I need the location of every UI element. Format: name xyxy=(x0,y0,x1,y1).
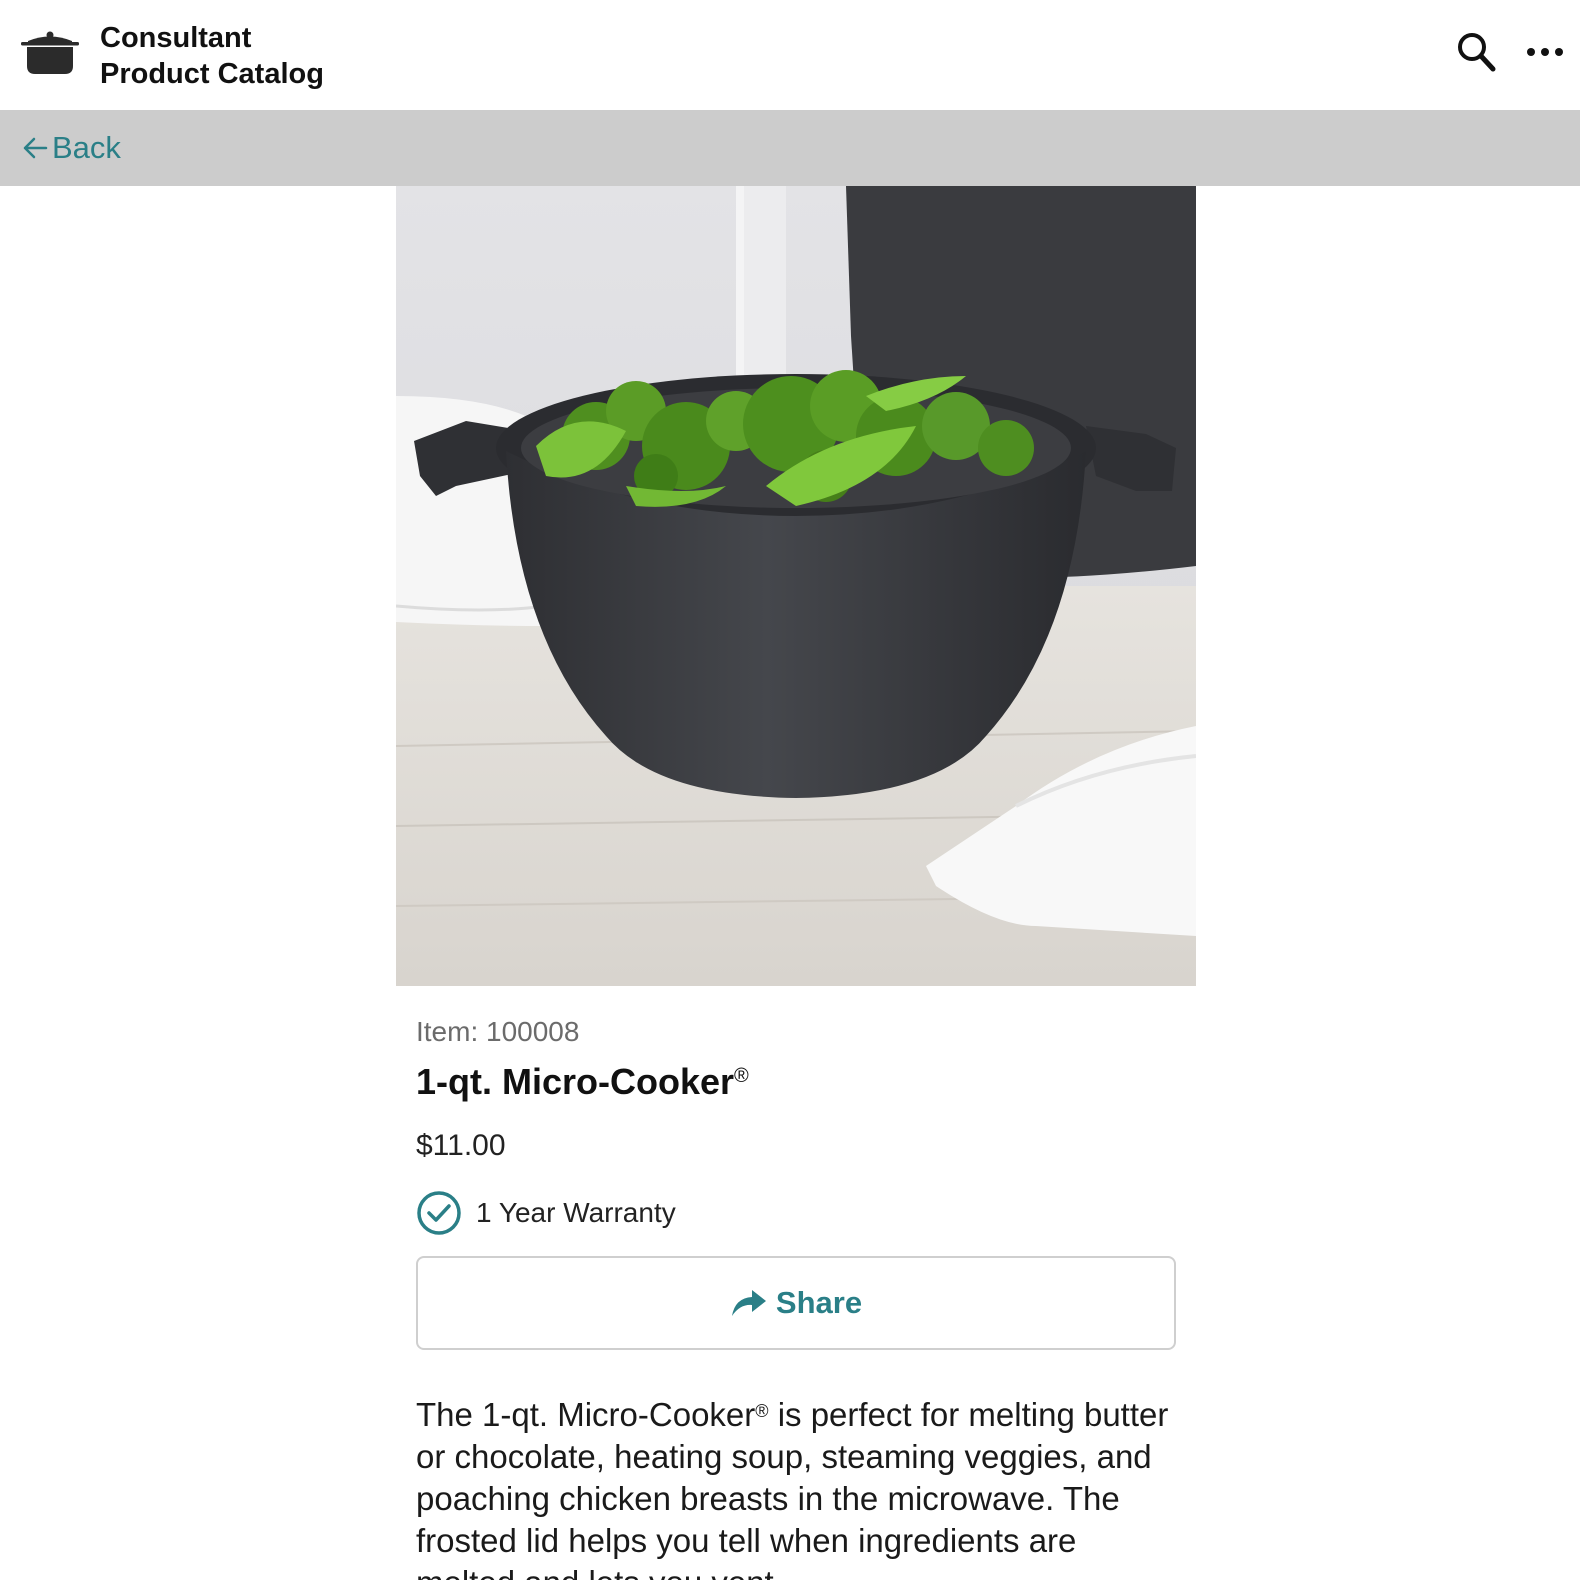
description-part1: The 1-qt. Micro-Cooker xyxy=(416,1396,756,1433)
back-button[interactable]: Back xyxy=(22,128,121,168)
product-details: Item: 100008 1-qt. Micro-Cooker® $11.00 … xyxy=(416,1008,1176,1238)
product-price: $11.00 xyxy=(416,1129,506,1162)
pot-icon xyxy=(20,30,80,76)
warranty-row: 1 Year Warranty xyxy=(416,1188,1176,1238)
description-registered-mark: ® xyxy=(755,1401,769,1421)
product-image xyxy=(396,186,1196,986)
share-label: Share xyxy=(775,1285,863,1320)
arrow-left-icon xyxy=(23,137,48,159)
app-title-line2: Product Catalog xyxy=(100,58,324,90)
back-label: Back xyxy=(52,130,121,165)
product-title-text: 1-qt. Micro-Cooker xyxy=(416,1061,735,1102)
share-arrow-icon xyxy=(731,1290,766,1316)
product-title: 1-qt. Micro-Cooker® xyxy=(416,1056,1176,1112)
back-bar: Back xyxy=(0,110,1580,186)
share-button[interactable]: Share xyxy=(416,1256,1176,1350)
app-header: Consultant Product Catalog xyxy=(0,0,1580,110)
app-title: Consultant Product Catalog xyxy=(100,20,324,92)
app-title-line1: Consultant xyxy=(100,22,252,54)
warranty-label: 1 Year Warranty xyxy=(476,1197,676,1228)
search-icon[interactable] xyxy=(1455,30,1499,74)
more-icon[interactable] xyxy=(1525,30,1569,74)
item-number: Item: 100008 xyxy=(416,1016,580,1047)
product-description: The 1-qt. Micro-Cooker® is perfect for m… xyxy=(416,1394,1176,1580)
check-circle-icon xyxy=(417,1191,461,1235)
registered-mark: ® xyxy=(734,1065,749,1087)
